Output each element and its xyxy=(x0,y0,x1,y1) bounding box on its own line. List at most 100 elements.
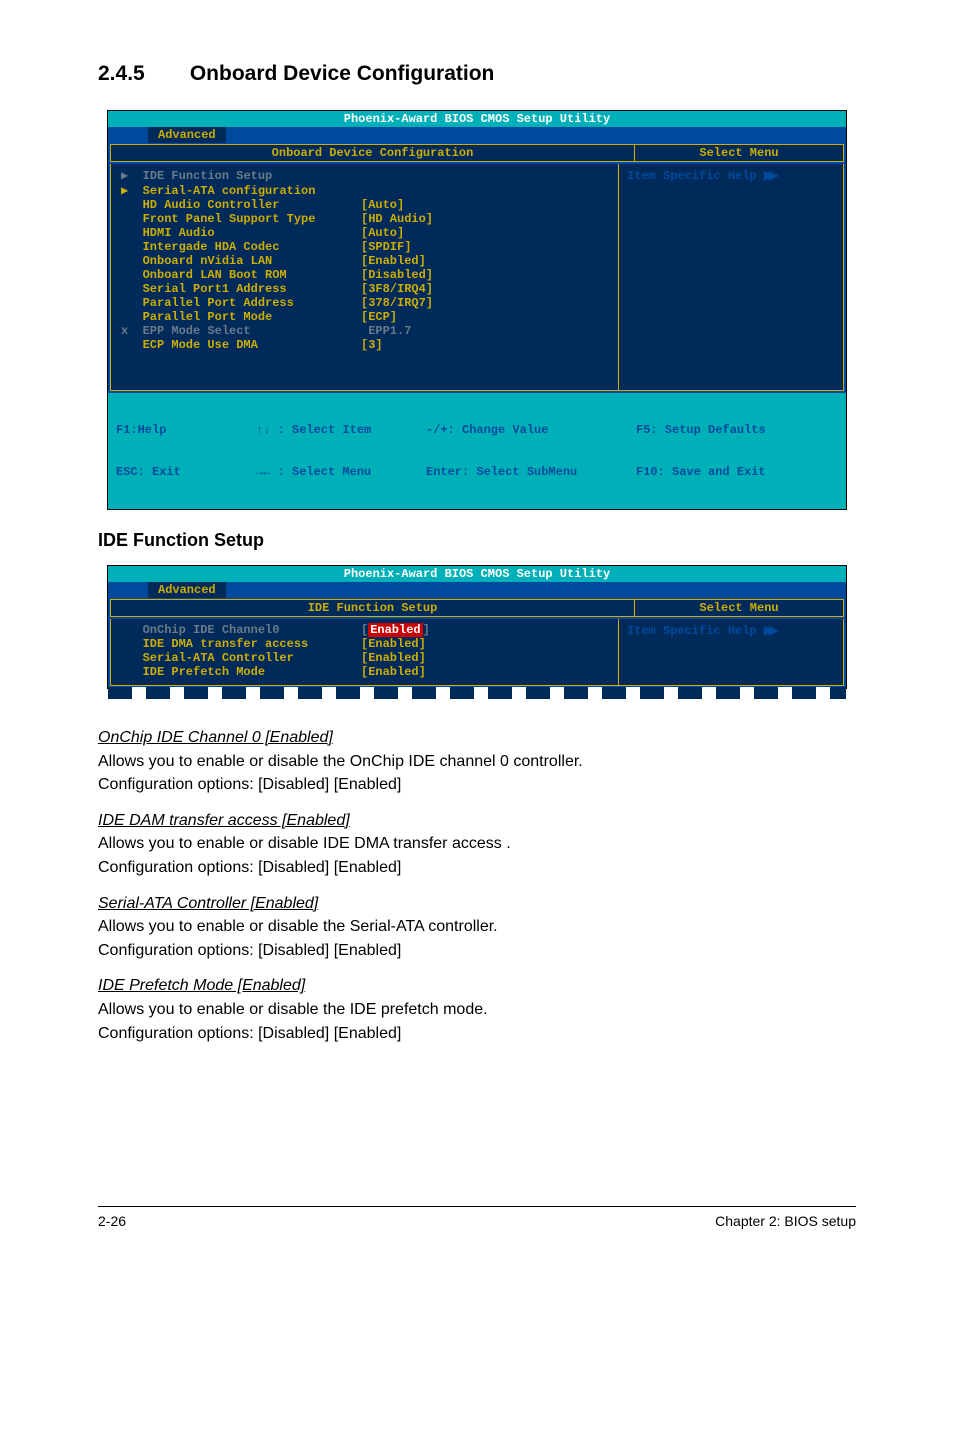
torn-edge-decoration xyxy=(108,687,846,699)
bios-panel-title-2: IDE Function Setup xyxy=(110,599,635,617)
sub-heading-ide-function: IDE Function Setup xyxy=(98,530,856,551)
bios-row[interactable]: IDE Prefetch Mode[Enabled] xyxy=(121,665,608,679)
description-text: Allows you to enable or disable the OnCh… xyxy=(98,751,856,773)
bios-row-label: IDE DMA transfer access xyxy=(121,637,361,651)
description-title: IDE Prefetch Mode [Enabled] xyxy=(98,975,856,997)
bios-row[interactable]: Front Panel Support Type[HD Audio] xyxy=(121,212,608,226)
bios-row-label: Parallel Port Mode xyxy=(121,310,361,324)
bios-row-value: [378/IRQ7] xyxy=(361,296,433,310)
footer-select-submenu: Enter: Select SubMenu xyxy=(426,465,636,479)
bios-row[interactable]: ECP Mode Use DMA[3] xyxy=(121,338,608,352)
bios-row[interactable]: Parallel Port Address[378/IRQ7] xyxy=(121,296,608,310)
bios-row[interactable]: Serial-ATA Controller[Enabled] xyxy=(121,651,608,665)
bios-row-label: HD Audio Controller xyxy=(121,198,361,212)
bios-row-value: [Enabled] xyxy=(361,637,426,651)
bios-row-value: [HD Audio] xyxy=(361,212,433,226)
footer-select-menu: →← : Select Menu xyxy=(256,465,426,479)
bios-main-area-2[interactable]: OnChip IDE Channel0[Enabled] IDE DMA tra… xyxy=(110,619,619,686)
bios-row[interactable]: HDMI Audio[Auto] xyxy=(121,226,608,240)
description-text: Allows you to enable or disable IDE DMA … xyxy=(98,833,856,855)
bios-help-area: Item Specific Help ▶▶ xyxy=(619,164,844,391)
bios-row-label: Serial Port1 Address xyxy=(121,282,361,296)
bios-row[interactable]: Onboard LAN Boot ROM[Disabled] xyxy=(121,268,608,282)
bios-row[interactable]: Serial Port1 Address[3F8/IRQ4] xyxy=(121,282,608,296)
bios-title-2: Phoenix-Award BIOS CMOS Setup Utility xyxy=(108,566,846,582)
chapter-label: Chapter 2: BIOS setup xyxy=(715,1213,856,1229)
bios-row-value: EPP1.7 xyxy=(361,324,411,338)
bios-row[interactable]: IDE DMA transfer access[Enabled] xyxy=(121,637,608,651)
bios-row-label: OnChip IDE Channel0 xyxy=(121,623,361,637)
description-text: Allows you to enable or disable the IDE … xyxy=(98,999,856,1021)
bios-row[interactable]: OnChip IDE Channel0[Enabled] xyxy=(121,623,608,637)
bios-menubar: Advanced xyxy=(108,127,846,142)
bios-main-area[interactable]: ▶ IDE Function Setup▶ Serial-ATA configu… xyxy=(110,164,619,391)
footer-save-exit: F10: Save and Exit xyxy=(636,465,766,479)
bios-row-label: Onboard LAN Boot ROM xyxy=(121,268,361,282)
section-title: Onboard Device Configuration xyxy=(190,62,495,85)
bios-row-value: [Auto] xyxy=(361,226,404,240)
bios-row-label: ▶ IDE Function Setup xyxy=(121,168,361,183)
bios-row[interactable]: ▶ IDE Function Setup xyxy=(121,168,608,183)
page-footer: 2-26 Chapter 2: BIOS setup xyxy=(98,1206,856,1229)
bios-header-row-2: IDE Function Setup Select Menu xyxy=(108,597,846,619)
bios-tab-advanced-2[interactable]: Advanced xyxy=(148,582,226,598)
footer-help: F1:Help xyxy=(116,423,256,437)
footer-select-item: ↑↓ : Select Item xyxy=(256,423,426,437)
bios-row-value: [Enabled] xyxy=(361,254,426,268)
descriptions: OnChip IDE Channel 0 [Enabled]Allows you… xyxy=(98,727,856,1044)
bios-row[interactable]: HD Audio Controller[Auto] xyxy=(121,198,608,212)
bios-row[interactable]: Onboard nVidia LAN[Enabled] xyxy=(121,254,608,268)
description-options: Configuration options: [Disabled] [Enabl… xyxy=(98,1023,856,1045)
fast-forward-icon-2: ▶▶ xyxy=(764,623,774,637)
bios-row-label: Serial-ATA Controller xyxy=(121,651,361,665)
bios-select-menu: Select Menu xyxy=(635,144,844,162)
bios-row[interactable]: x EPP Mode Select EPP1.7 xyxy=(121,324,608,338)
bios-select-menu-2: Select Menu xyxy=(635,599,844,617)
bios-footer: F1:Help ESC: Exit ↑↓ : Select Item →← : … xyxy=(108,393,846,509)
description-options: Configuration options: [Disabled] [Enabl… xyxy=(98,857,856,879)
bios-row[interactable]: Intergade HDA Codec[SPDIF] xyxy=(121,240,608,254)
footer-exit: ESC: Exit xyxy=(116,465,256,479)
bios-row-label: ▶ Serial-ATA configuration xyxy=(121,183,361,198)
bios-row-label: IDE Prefetch Mode xyxy=(121,665,361,679)
bios-row-value: [3F8/IRQ4] xyxy=(361,282,433,296)
bios-panel-ide-function: Phoenix-Award BIOS CMOS Setup Utility Ad… xyxy=(107,565,847,689)
bios-body-2: OnChip IDE Channel0[Enabled] IDE DMA tra… xyxy=(108,619,846,688)
bios-row-value: [ECP] xyxy=(361,310,397,324)
bios-tab-advanced[interactable]: Advanced xyxy=(148,127,226,143)
bios-panel-title: Onboard Device Configuration xyxy=(110,144,635,162)
bios-header-row: Onboard Device Configuration Select Menu xyxy=(108,142,846,164)
bios-row-value: [Enabled] xyxy=(361,651,426,665)
bios-row-label: HDMI Audio xyxy=(121,226,361,240)
description-text: Allows you to enable or disable the Seri… xyxy=(98,916,856,938)
description-options: Configuration options: [Disabled] [Enabl… xyxy=(98,774,856,796)
item-specific-help-label: Item Specific Help xyxy=(627,169,764,183)
bios-row-value-highlighted: Enabled xyxy=(368,623,422,637)
fast-forward-icon: ▶▶ xyxy=(764,168,774,182)
bios-body: ▶ IDE Function Setup▶ Serial-ATA configu… xyxy=(108,164,846,393)
section-heading: 2.4.5 Onboard Device Configuration xyxy=(98,62,856,86)
bios-row-value: [Enabled] xyxy=(361,665,426,679)
bios-row-label: Parallel Port Address xyxy=(121,296,361,310)
description-title: OnChip IDE Channel 0 [Enabled] xyxy=(98,727,856,749)
bios-row-label: Onboard nVidia LAN xyxy=(121,254,361,268)
bios-row-label: ECP Mode Use DMA xyxy=(121,338,361,352)
bios-menubar-2: Advanced xyxy=(108,582,846,597)
page-number: 2-26 xyxy=(98,1213,126,1229)
description-title: Serial-ATA Controller [Enabled] xyxy=(98,893,856,915)
bios-row-value: [Disabled] xyxy=(361,268,433,282)
description-options: Configuration options: [Disabled] [Enabl… xyxy=(98,940,856,962)
footer-change-value: -/+: Change Value xyxy=(426,423,636,437)
bios-row-value: [3] xyxy=(361,338,383,352)
description-title: IDE DAM transfer access [Enabled] xyxy=(98,810,856,832)
section-number: 2.4.5 xyxy=(98,62,184,86)
bios-panel-onboard: Phoenix-Award BIOS CMOS Setup Utility Ad… xyxy=(107,110,847,510)
bios-row-value: [Auto] xyxy=(361,198,404,212)
bios-row-label: Intergade HDA Codec xyxy=(121,240,361,254)
bios-row[interactable]: Parallel Port Mode[ECP] xyxy=(121,310,608,324)
bios-help-area-2: Item Specific Help ▶▶ xyxy=(619,619,844,686)
bios-row-label: Front Panel Support Type xyxy=(121,212,361,226)
footer-setup-defaults: F5: Setup Defaults xyxy=(636,423,766,437)
bios-row-value: [SPDIF] xyxy=(361,240,411,254)
bios-row[interactable]: ▶ Serial-ATA configuration xyxy=(121,183,608,198)
